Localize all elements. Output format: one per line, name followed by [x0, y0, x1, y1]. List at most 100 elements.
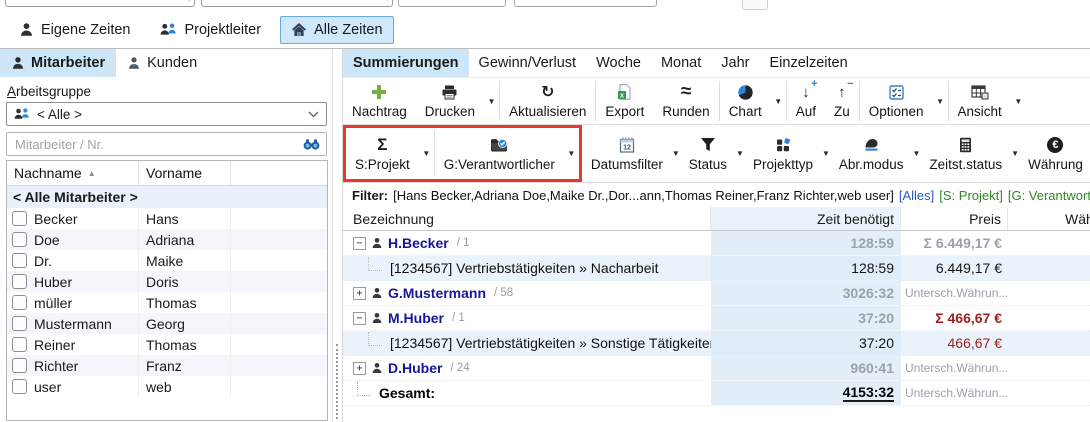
firstname: Thomas	[146, 337, 197, 353]
tab-gewinn-verlust[interactable]: Gewinn/Verlust	[469, 49, 587, 77]
calendar-icon: 12	[619, 136, 635, 154]
column-header-nachname[interactable]: Nachname ▲	[7, 161, 139, 185]
row-checkbox[interactable]	[12, 358, 27, 373]
abrechnungsmodus-filter-button[interactable]: Abr.modus	[830, 125, 913, 182]
time-value: 3026:32	[843, 285, 894, 301]
zu-button[interactable]: ↑− Zu	[825, 78, 859, 124]
price-value: 6.449,17 €	[936, 260, 1002, 276]
abrechnungsmodus-filter-dropdown[interactable]: ▼	[912, 125, 920, 182]
column-header-waehrung[interactable]: Währung	[1008, 207, 1090, 230]
entry-count: / 24	[450, 362, 469, 374]
collapse-toggle-icon[interactable]: −	[353, 237, 366, 250]
tab-alle-zeiten[interactable]: Alle Zeiten	[280, 16, 394, 44]
optionen-dropdown[interactable]: ▼	[933, 78, 948, 124]
status-filter-dropdown[interactable]: ▼	[736, 125, 744, 182]
column-header-zeit-benoetigt[interactable]: Zeit benötigt	[711, 207, 901, 230]
tab-label: Eigene Zeiten	[41, 22, 130, 38]
person-icon	[371, 237, 383, 249]
datumsfilter-dropdown[interactable]: ▼	[672, 125, 680, 182]
row-checkbox[interactable]	[12, 211, 27, 226]
top-field-4[interactable]	[514, 0, 657, 7]
row-checkbox[interactable]	[12, 253, 27, 268]
tab-kunden[interactable]: Kunden	[116, 49, 208, 77]
row-checkbox[interactable]	[12, 337, 27, 352]
tab-summierungen[interactable]: Summierungen	[343, 49, 469, 77]
chart-button[interactable]: Chart	[720, 78, 771, 124]
workgroup-select[interactable]: < Alle >	[6, 102, 327, 126]
ansicht-button[interactable]: Ansicht	[949, 78, 1011, 124]
row-checkbox[interactable]	[12, 232, 27, 247]
global-search-input-2[interactable]	[201, 0, 393, 7]
expand-toggle-icon[interactable]: +	[353, 362, 366, 375]
column-header-vorname[interactable]: Vorname	[139, 161, 231, 185]
tab-eigene-zeiten[interactable]: Eigene Zeiten	[8, 16, 141, 44]
chart-dropdown[interactable]: ▼	[771, 78, 786, 124]
list-item[interactable]: Huber Doris	[7, 271, 327, 292]
column-header-label: Nachname	[14, 165, 82, 181]
list-item[interactable]: Becker Hans	[7, 208, 327, 229]
sortierung-projekt-dropdown[interactable]: ▼	[419, 128, 434, 179]
aktualisieren-button[interactable]: ↻ Aktualisieren	[500, 78, 595, 124]
employee-search-input[interactable]	[13, 136, 303, 153]
table-row[interactable]: [1234567] Vertriebstätigkeiten » Nacharb…	[343, 256, 1090, 281]
top-field-3[interactable]	[398, 0, 506, 7]
row-checkbox[interactable]	[12, 295, 27, 310]
tab-monat[interactable]: Monat	[651, 49, 711, 77]
export-button[interactable]: x Export	[596, 78, 653, 124]
chevron-down-icon	[308, 111, 319, 118]
button-label: Nachtrag	[352, 104, 407, 119]
column-header-preis[interactable]: Preis	[901, 207, 1008, 230]
table-row[interactable]: + G.Mustermann / 58 3026:32 Untersch.Wäh…	[343, 281, 1090, 306]
status-filter-button[interactable]: Status	[680, 125, 736, 182]
projekttyp-filter-button[interactable]: Projekttyp	[744, 125, 822, 182]
gruppierung-verantwortlicher-button[interactable]: G:Verantwortlicher	[435, 128, 564, 179]
zeitstempel-status-filter-button[interactable]: Zeitst.status	[920, 125, 1011, 182]
button-label: Chart	[729, 104, 762, 119]
list-item[interactable]: user web	[7, 376, 327, 397]
optionen-button[interactable]: Optionen	[860, 78, 933, 124]
waehrung-filter-button[interactable]: € Währung	[1019, 125, 1090, 182]
row-checkbox[interactable]	[12, 316, 27, 331]
list-item[interactable]: Doe Adriana	[7, 229, 327, 250]
time-value: 37:20	[858, 310, 894, 326]
drucken-button[interactable]: Drucken	[416, 78, 484, 124]
table-row[interactable]: + D.Huber / 24 960:41 Untersch.Währun...	[343, 356, 1090, 381]
firstname: web	[146, 379, 172, 395]
collapse-toggle-icon[interactable]: −	[353, 312, 366, 325]
tab-projektleiter[interactable]: Projektleiter	[149, 16, 272, 44]
list-item[interactable]: Mustermann Georg	[7, 313, 327, 334]
top-overflow-button[interactable]: ●●	[742, 0, 768, 10]
sortierung-projekt-button[interactable]: Σ S:Projekt	[346, 128, 419, 179]
list-item[interactable]: Richter Franz	[7, 355, 327, 376]
datumsfilter-button[interactable]: 12 Datumsfilter	[582, 125, 672, 182]
list-item[interactable]: müller Thomas	[7, 292, 327, 313]
auf-button[interactable]: ↓+ Auf	[787, 78, 825, 124]
table-row[interactable]: [1234567] Vertriebstätigkeiten » Sonstig…	[343, 331, 1090, 356]
table-row[interactable]: − M.Huber / 1 37:20 Σ 466,67 €	[343, 306, 1090, 331]
firstname: Hans	[146, 211, 179, 227]
tab-woche[interactable]: Woche	[586, 49, 651, 77]
row-checkbox[interactable]	[12, 274, 27, 289]
calculator-icon	[959, 136, 972, 154]
zeitstempel-status-filter-dropdown[interactable]: ▼	[1011, 125, 1019, 182]
drucken-dropdown[interactable]: ▼	[484, 78, 499, 124]
table-row[interactable]: − H.Becker / 1 128:59 Σ 6.449,17 €	[343, 231, 1090, 256]
splitter-grip[interactable]	[336, 344, 338, 419]
runden-button[interactable]: ≈ Runden	[653, 78, 718, 124]
ansicht-dropdown[interactable]: ▼	[1011, 78, 1026, 124]
folder-check-icon	[490, 136, 509, 154]
list-item-all-employees[interactable]: < Alle Mitarbeiter >	[7, 186, 327, 208]
tab-einzelzeiten[interactable]: Einzelzeiten	[759, 49, 857, 77]
projekttyp-filter-dropdown[interactable]: ▼	[822, 125, 830, 182]
expand-toggle-icon[interactable]: +	[353, 287, 366, 300]
gruppierung-verantwortlicher-dropdown[interactable]: ▼	[564, 128, 579, 179]
tab-mitarbeiter[interactable]: Mitarbeiter	[0, 49, 116, 77]
tab-jahr[interactable]: Jahr	[711, 49, 759, 77]
list-item[interactable]: Reiner Thomas	[7, 334, 327, 355]
column-header-bezeichnung[interactable]: Bezeichnung	[343, 207, 711, 230]
list-item[interactable]: Dr. Maike	[7, 250, 327, 271]
nachtrag-button[interactable]: Nachtrag	[343, 78, 416, 124]
button-label: Runden	[662, 104, 709, 119]
global-search-input-1[interactable]	[5, 0, 195, 7]
row-checkbox[interactable]	[12, 379, 27, 394]
